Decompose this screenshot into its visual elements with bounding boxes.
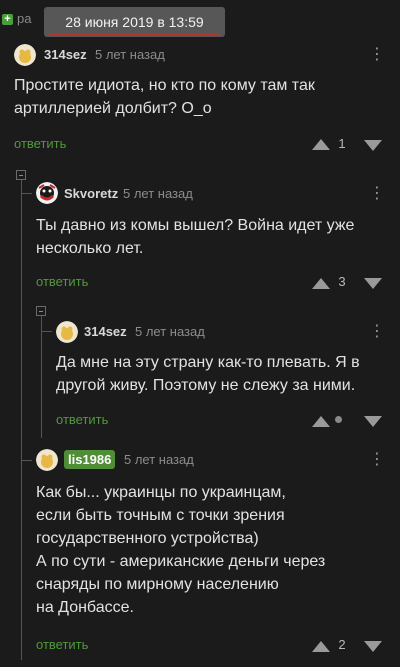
- timestamp: 5 лет назад: [123, 186, 193, 201]
- username[interactable]: 314sez: [44, 47, 87, 62]
- reply-link[interactable]: ответить: [36, 637, 88, 652]
- comment-line: если быть точным с точки зрения: [36, 507, 285, 524]
- thread-branch: [41, 331, 52, 332]
- comment-line: другой живу. Поэтому не слежу за ними.: [56, 377, 356, 394]
- avatar[interactable]: [36, 182, 58, 204]
- upvote-icon[interactable]: [312, 414, 330, 432]
- username[interactable]: 314sez: [84, 324, 127, 339]
- comment-line: Простите идиота, но кто по кому там так: [14, 77, 315, 94]
- comment-line: на Донбассе.: [36, 599, 134, 616]
- reply-link[interactable]: ответить: [56, 412, 108, 427]
- comment-line: Ты давно из комы вышел? Война идет уже: [36, 217, 355, 234]
- comment-line: государственного устройства): [36, 530, 259, 547]
- comment-text: Да мне на эту страну как-то плевать. Я в…: [56, 351, 396, 397]
- downvote-icon[interactable]: [364, 414, 382, 432]
- downvote-icon[interactable]: [364, 276, 382, 294]
- rating-count: 3: [338, 274, 346, 289]
- plus-icon: +: [2, 14, 13, 25]
- reply-link[interactable]: ответить: [14, 136, 66, 151]
- more-options-icon[interactable]: ⋮: [369, 186, 385, 202]
- more-options-icon[interactable]: ⋮: [369, 452, 385, 468]
- comment-text: Ты давно из комы вышел? Война идет уже н…: [36, 214, 396, 260]
- comment-line: А по сути - американские деньги через: [36, 553, 326, 570]
- rating-count: 1: [338, 136, 346, 151]
- date-text: 28 июня 2019 в 13:59: [65, 14, 204, 30]
- thread-line: [41, 316, 42, 438]
- downvote-icon[interactable]: [364, 639, 382, 657]
- thread-branch: [21, 193, 32, 194]
- timestamp: 5 лет назад: [95, 47, 165, 62]
- username[interactable]: lis1986: [64, 450, 116, 469]
- comment-line: снаряды по мирному населению: [36, 576, 279, 593]
- timestamp: 5 лет назад: [124, 452, 194, 467]
- comment-text: Как бы... украинцы по украинцам, если бы…: [36, 481, 396, 619]
- upvote-icon[interactable]: [312, 276, 330, 294]
- comment-line: артиллерией долбит? О_о: [14, 100, 212, 117]
- avatar[interactable]: [36, 449, 58, 471]
- date-tooltip: 28 июня 2019 в 13:59: [44, 7, 225, 37]
- avatar[interactable]: [56, 321, 78, 343]
- upvote-icon[interactable]: [312, 639, 330, 657]
- avatar[interactable]: [14, 44, 36, 66]
- collapse-thread-icon[interactable]: [36, 306, 46, 316]
- post-header-fragment: ра: [17, 11, 32, 26]
- reply-link[interactable]: ответить: [36, 274, 88, 289]
- underline-decoration: [50, 33, 219, 35]
- upvote-icon[interactable]: [312, 137, 330, 155]
- timestamp: 5 лет назад: [135, 324, 205, 339]
- comment-line: несколько лет.: [36, 240, 144, 257]
- comment-line: Как бы... украинцы по украинцам,: [36, 484, 286, 501]
- username[interactable]: Skvoretz: [64, 186, 118, 201]
- rating-neutral-dot: [335, 416, 342, 423]
- rating-count: 2: [338, 637, 346, 652]
- collapse-thread-icon[interactable]: [16, 170, 26, 180]
- comment-text: Простите идиота, но кто по кому там так …: [14, 74, 394, 120]
- comment-line: Да мне на эту страну как-то плевать. Я в: [56, 354, 360, 371]
- downvote-icon[interactable]: [364, 138, 382, 156]
- more-options-icon[interactable]: ⋮: [369, 47, 385, 63]
- thread-line: [21, 180, 22, 660]
- thread-branch: [21, 460, 32, 461]
- more-options-icon[interactable]: ⋮: [369, 324, 385, 340]
